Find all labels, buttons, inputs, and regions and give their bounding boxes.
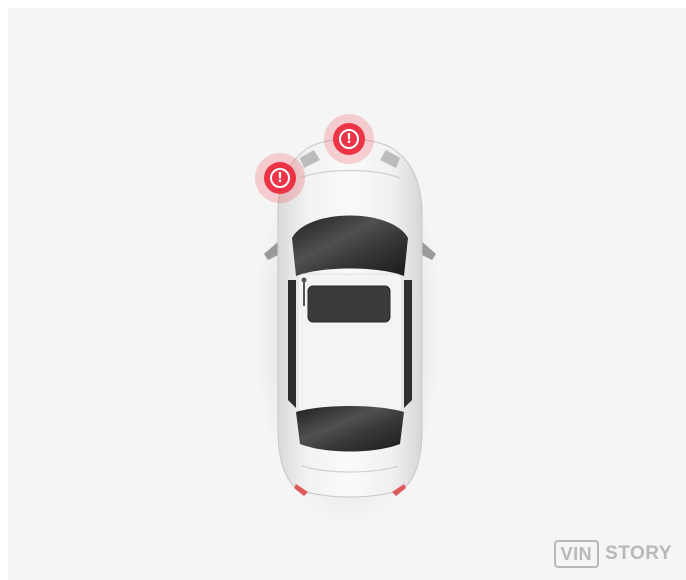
damage-marker-dot: ! [333,123,365,155]
exclamation-icon: ! [339,129,359,149]
windshield [292,215,408,276]
antenna-tip [301,277,307,283]
left-side-window [288,280,296,408]
damage-marker-front-left[interactable]: ! [255,153,305,203]
sunroof [307,285,391,323]
damage-marker-front-center[interactable]: ! [324,114,374,164]
right-side-window [404,280,412,408]
logo-vin: VIN [553,540,600,568]
damage-marker-dot: ! [264,162,296,194]
car-top-view [253,128,443,528]
logo-story: STORY [605,543,672,564]
rear-window [296,406,404,452]
exclamation-icon: ! [270,168,290,188]
damage-diagram-canvas: ! ! VIN STORY [8,8,686,580]
vinstory-logo: VIN STORY [553,540,672,568]
